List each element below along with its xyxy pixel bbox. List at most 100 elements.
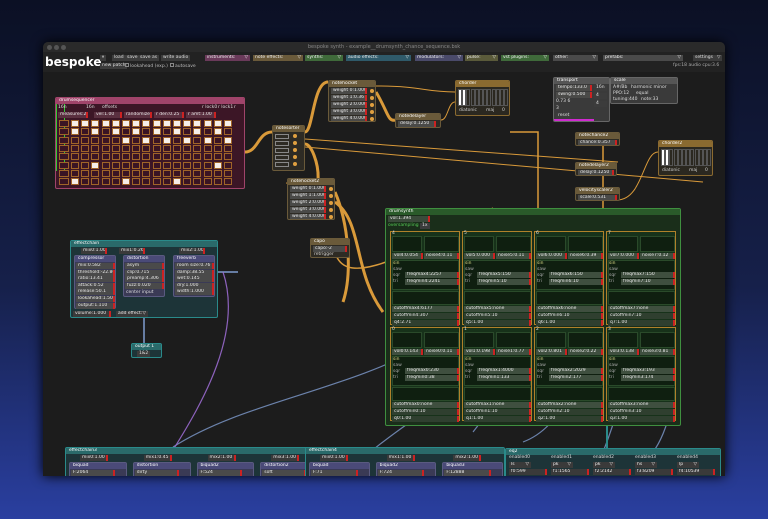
write-audio-button[interactable]: write audio [161,55,191,61]
sequencer-step[interactable] [224,120,232,127]
delay-slider[interactable]: delay:0.1250 [578,170,614,175]
effect-param[interactable]: F:2064 [71,470,115,476]
drum-hit-5[interactable]: 5 vol5:0.000 noise5:0.11 sin saw sqr tri freqma… [462,231,532,326]
sequencer-step[interactable] [183,144,192,152]
effect-biquad3[interactable]: biquad3 F:12888 [442,462,503,476]
sequencer-step[interactable] [122,136,130,144]
sequencer-step[interactable] [224,144,232,152]
effect-param[interactable]: soft [262,470,306,476]
sequencer-step[interactable] [173,120,181,127]
sequencer-step[interactable] [91,153,100,161]
sequencer-step[interactable] [183,169,192,177]
sequencer-step[interactable] [213,153,222,161]
sequencer-step[interactable] [81,178,90,186]
wave-tri[interactable]: tri [393,279,398,285]
freqmax-slider[interactable]: freqmax3:193 [621,368,675,374]
output-port[interactable] [370,117,374,121]
effectchain-module-title[interactable]: effectchain [71,241,217,247]
sequencer-step[interactable] [213,120,222,127]
patch-canvas[interactable]: drumsequencer 16n 16n offsets r lock0 r lock1… [43,72,725,476]
note-cable[interactable] [374,91,396,122]
effect-biquad2-title[interactable]: biquad2 [197,463,254,469]
compressor-param[interactable]: lookahead:1.50 [76,296,115,302]
effectchain-module[interactable]: effectchain mix0:1.00 mix1:0.26 mix2:1.00 co… [70,240,218,318]
effect-biquad-title[interactable]: biquad [70,463,126,469]
sequencer-step[interactable] [193,153,202,161]
sequencer-step[interactable] [152,144,161,152]
wave-tri[interactable]: tri [465,375,470,381]
sequencer-step[interactable] [81,144,90,152]
drum-hit-3[interactable]: 3 vol3:0.138 noise3:0.81 sin saw sqr tri freqma… [606,327,676,422]
chord-grid-cell[interactable] [504,89,509,106]
output-port[interactable] [293,141,297,145]
sequencer-step[interactable] [122,153,130,161]
chord-grid-cell[interactable] [707,149,712,166]
filter-envelope[interactable] [608,291,675,305]
sequencer-step[interactable] [173,136,181,144]
notehocket-module[interactable]: notehocket weight 0:1.000 weight 1:0.367 we… [328,80,376,122]
sequencer-step[interactable] [101,136,110,144]
sequencer-step[interactable] [173,161,181,169]
band-freq-slider[interactable]: f4:10539 [677,469,715,475]
note-cable[interactable] [510,131,539,208]
sequencer-step[interactable] [152,120,161,127]
control-0[interactable]: 16n [58,105,67,111]
sequencer-step[interactable] [111,128,120,136]
control-4[interactable]: r lock1 [218,105,233,111]
sequencer-step[interactable] [111,169,120,177]
q-slider[interactable]: q7:1.00 [608,320,675,326]
drum-hit-2[interactable]: 2 vol2:0.801 noise2:0.22 sin saw sqr tri freqma… [534,327,604,422]
menu-noteeffects[interactable]: note effects: [253,55,303,61]
scale-slider[interactable]: scale:0.531 [578,195,617,200]
wave-tri[interactable]: tri [537,279,542,285]
freqmin-slider[interactable]: freqmin0:38 [405,375,459,381]
sequencer-step[interactable] [132,153,141,161]
sequencer-step[interactable] [101,120,110,127]
sequencer-step[interactable] [193,136,202,144]
sequencer-step[interactable] [122,120,130,127]
menu-modulators[interactable]: modulators: [415,55,463,61]
notechance2-module[interactable]: notechance2 chance:0.357 [575,132,620,146]
sequencer-step[interactable] [142,161,151,169]
sequencer-step[interactable] [183,120,192,127]
output-port[interactable] [293,155,297,159]
freqmin-slider[interactable]: freqmin7:10 [621,279,675,285]
freeverb-param[interactable]: wet:0.145 [175,276,214,283]
sorter-pitch-field[interactable] [275,162,289,167]
settings-dropdown[interactable]: ▽ [715,55,723,61]
effect-distortion[interactable]: distortion dirty [132,462,191,476]
channel-dropdown[interactable]: 1&2 [137,351,151,357]
sequencer-step[interactable] [81,120,90,127]
transport-option-2[interactable]: 4 [594,101,607,107]
sequencer-step[interactable] [142,153,151,161]
filter-envelope[interactable] [392,387,459,401]
menu-vstplugins[interactable]: vst plugins: [501,55,549,61]
effect-biquad[interactable]: biquad F:2064 [69,462,127,476]
sequencer-step[interactable] [162,128,171,136]
noise-envelope[interactable] [424,236,459,252]
effect-param[interactable]: F:71 [311,470,358,476]
mode-dropdown[interactable]: maj [486,108,494,114]
note-cable[interactable] [304,146,704,183]
amp-envelope[interactable] [536,236,566,252]
control-3[interactable]: r lock0 [202,105,217,111]
minimize-window-button[interactable] [54,45,59,50]
param-slider[interactable]: randomize [124,112,152,118]
output-port[interactable] [329,187,333,191]
sequencer-step[interactable] [193,144,202,152]
amp-envelope[interactable] [464,236,494,252]
sequencer-step[interactable] [162,144,171,152]
checkbox-box[interactable] [170,63,174,67]
menu-prefabs[interactable]: prefabs: [603,55,683,61]
sequencer-step[interactable] [213,178,222,186]
cutoffmax-slider[interactable]: cutoffmax2:none [536,402,603,408]
sequencer-step[interactable] [71,178,79,186]
weight-slider[interactable]: weight 3:0.000 [331,109,367,115]
load-button[interactable]: load [112,55,126,61]
effectchain4-module-title[interactable]: effectchain4 [306,448,504,454]
new-patch-button[interactable]: new patch [100,63,128,69]
band-freq-slider[interactable]: f1:1565 [551,469,589,475]
filter-envelope[interactable] [392,291,459,305]
distortion-effect-title[interactable]: distortion [124,256,164,262]
sequencer-step[interactable] [132,178,141,186]
